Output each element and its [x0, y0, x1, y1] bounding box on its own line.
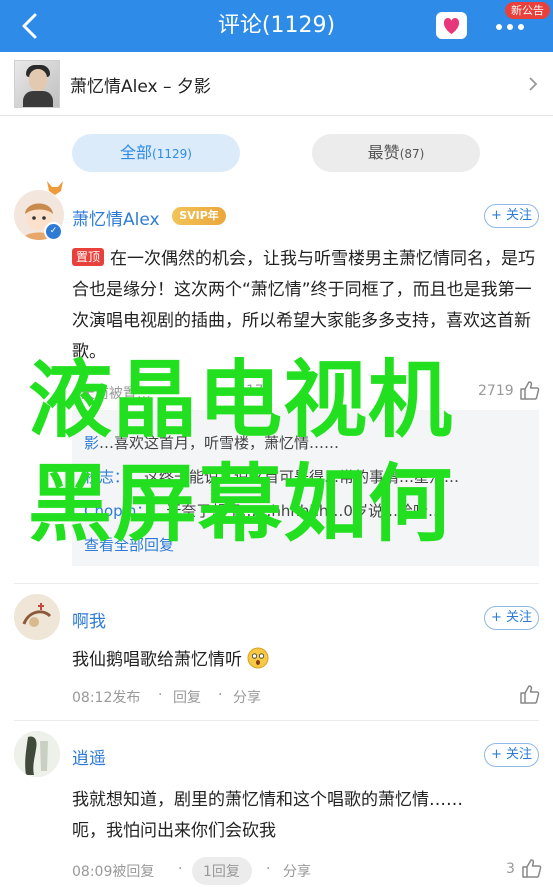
svip-badge: SVIP年 [172, 207, 226, 225]
comment-text: 置顶 在一次偶然的机会，让我与听雪楼男主萧忆情同名，是巧合也是缘分！这次两个“萧忆… [72, 244, 539, 368]
more-dots-icon [496, 24, 502, 30]
song-cover-image [14, 60, 60, 108]
more-dot [507, 24, 513, 30]
reply-action[interactable]: 1回复 [203, 861, 240, 881]
thumb-up-icon[interactable] [518, 683, 540, 705]
more-dot [518, 24, 524, 30]
notice-badge[interactable]: 新公告 [505, 2, 550, 19]
pinned-badge: 置顶 [72, 248, 105, 266]
comment-username[interactable]: 萧忆情Alex [72, 205, 160, 230]
tab-count: (87) [399, 147, 425, 161]
comment-text: 我仙鹅唱歌给萧忆情听 [72, 645, 512, 676]
watermark-line-2: 黑屏幕如何 [28, 455, 454, 553]
like-count: 2719 [478, 383, 514, 399]
meta-separator: · [218, 687, 223, 703]
avatar[interactable] [14, 594, 60, 640]
cover-body [23, 91, 53, 107]
divider [14, 583, 539, 584]
comment-text: 我就想知道，剧里的萧忆情和这个唱歌的萧忆情…… 呃，我怕问出来你们会砍我 [72, 785, 539, 847]
comment-username[interactable]: 逍遥 [72, 744, 106, 769]
divider [14, 720, 539, 721]
share-action[interactable]: 分享 [283, 861, 311, 881]
watermark-line-1: 液晶电视机 [28, 351, 454, 449]
meta-separator: · [266, 861, 271, 877]
like-count: 3 [506, 861, 515, 877]
fox-decoration-icon [46, 180, 64, 196]
avatar-illustration [14, 731, 60, 777]
follow-button[interactable]: + 关注 [484, 743, 539, 767]
follow-button[interactable]: + 关注 [484, 606, 539, 630]
meta-separator: · [158, 687, 163, 703]
verified-icon: ✓ [44, 222, 63, 241]
heart-icon [443, 18, 460, 34]
thumb-up-icon[interactable] [518, 379, 540, 401]
tab-label: 最赞 [367, 143, 400, 162]
shocked-emoji-icon [247, 647, 269, 669]
song-title: 萧忆情Alex – 夕影 [70, 77, 211, 97]
cover-face [29, 69, 47, 91]
comment-username[interactable]: 啊我 [72, 607, 106, 632]
chevron-right-icon [529, 77, 538, 91]
avatar-illustration [14, 594, 60, 640]
comment-body-line: 我就想知道，剧里的萧忆情和这个唱歌的萧忆情…… [72, 790, 463, 810]
tab-top-liked[interactable]: 最赞(87) [312, 134, 480, 172]
comment-time: 08:09被回复 [72, 864, 155, 880]
comment-body: 我仙鹅唱歌给萧忆情听 [72, 650, 242, 670]
share-action[interactable]: 分享 [233, 687, 261, 707]
thumb-up-icon[interactable] [520, 857, 542, 879]
favorite-button[interactable] [436, 12, 467, 39]
tab-label: 全部 [120, 143, 153, 162]
song-info-row[interactable]: 萧忆情Alex – 夕影 [0, 52, 553, 116]
avatar[interactable] [14, 731, 60, 777]
comment-body-line: 呃，我怕问出来你们会砍我 [72, 821, 276, 841]
reply-action[interactable]: 回复 [173, 687, 201, 707]
tab-count: (1129) [152, 147, 192, 161]
comment-time: 08:12发布 [72, 690, 141, 706]
tab-all-comments[interactable]: 全部(1129) [72, 134, 240, 172]
page-title: 评论(1129) [217, 13, 336, 38]
meta-separator: · [178, 861, 183, 877]
top-bar: 评论(1129) 新公告 [0, 0, 553, 52]
follow-button[interactable]: + 关注 [484, 204, 539, 228]
comment-body: 在一次偶然的机会，让我与听雪楼男主萧忆情同名，是巧合也是缘分！这次两个“萧忆情”… [72, 249, 536, 362]
